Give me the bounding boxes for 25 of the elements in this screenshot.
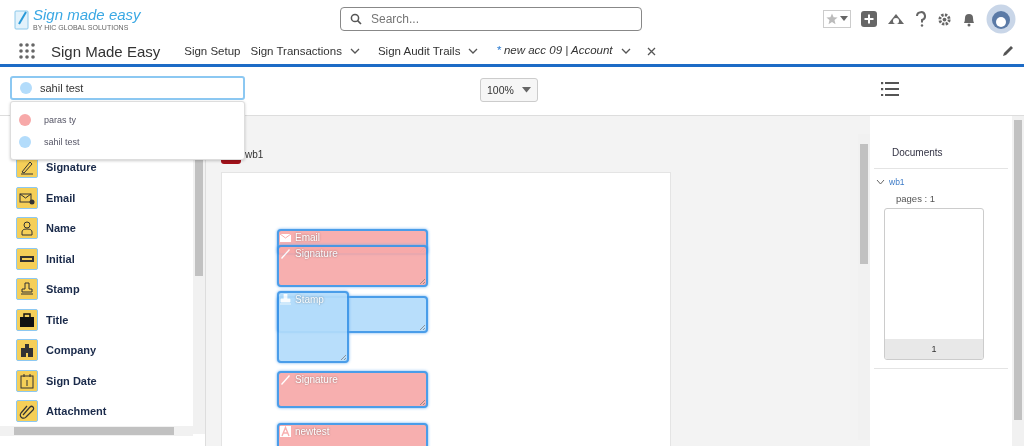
field-type-item[interactable]: Name bbox=[16, 217, 191, 240]
document-tree-item[interactable]: wb1 bbox=[874, 169, 1008, 187]
search-field[interactable]: Search... bbox=[340, 7, 642, 31]
nav-tab[interactable]: * new acc 09 | Account bbox=[496, 40, 613, 62]
pages-count: pages : 1 bbox=[895, 192, 937, 206]
field-type-item[interactable]: Signature bbox=[16, 156, 191, 179]
logo-title: Sign made easy bbox=[33, 7, 141, 22]
signer-select[interactable]: sahil test bbox=[10, 76, 245, 100]
page-thumbnail[interactable]: 1 bbox=[884, 208, 984, 360]
signer-option[interactable]: paras ty bbox=[19, 113, 236, 126]
app-name: Sign Made Easy bbox=[51, 42, 161, 60]
field-type-item[interactable]: Stamp bbox=[16, 278, 191, 301]
signer-option[interactable]: sahil test bbox=[19, 135, 236, 148]
field-type-item[interactable]: Email bbox=[16, 186, 191, 209]
zoom-select[interactable]: 100% bbox=[480, 78, 538, 102]
field-type-item[interactable]: Initial bbox=[16, 247, 191, 270]
field-type-item[interactable]: Title bbox=[16, 308, 191, 331]
field-type-item[interactable]: Sign Date bbox=[16, 369, 191, 392]
field-type-item[interactable]: Attachment bbox=[16, 400, 191, 423]
nav-tab[interactable]: Sign Transactions bbox=[250, 41, 342, 61]
documents-title: Documents bbox=[874, 116, 1008, 169]
field-type-item[interactable]: Company bbox=[16, 339, 191, 362]
document-name: wb1 bbox=[245, 148, 264, 160]
nav-tab[interactable]: Sign Audit Trails bbox=[377, 41, 461, 61]
nav-tab[interactable]: Sign Setup bbox=[184, 41, 241, 61]
